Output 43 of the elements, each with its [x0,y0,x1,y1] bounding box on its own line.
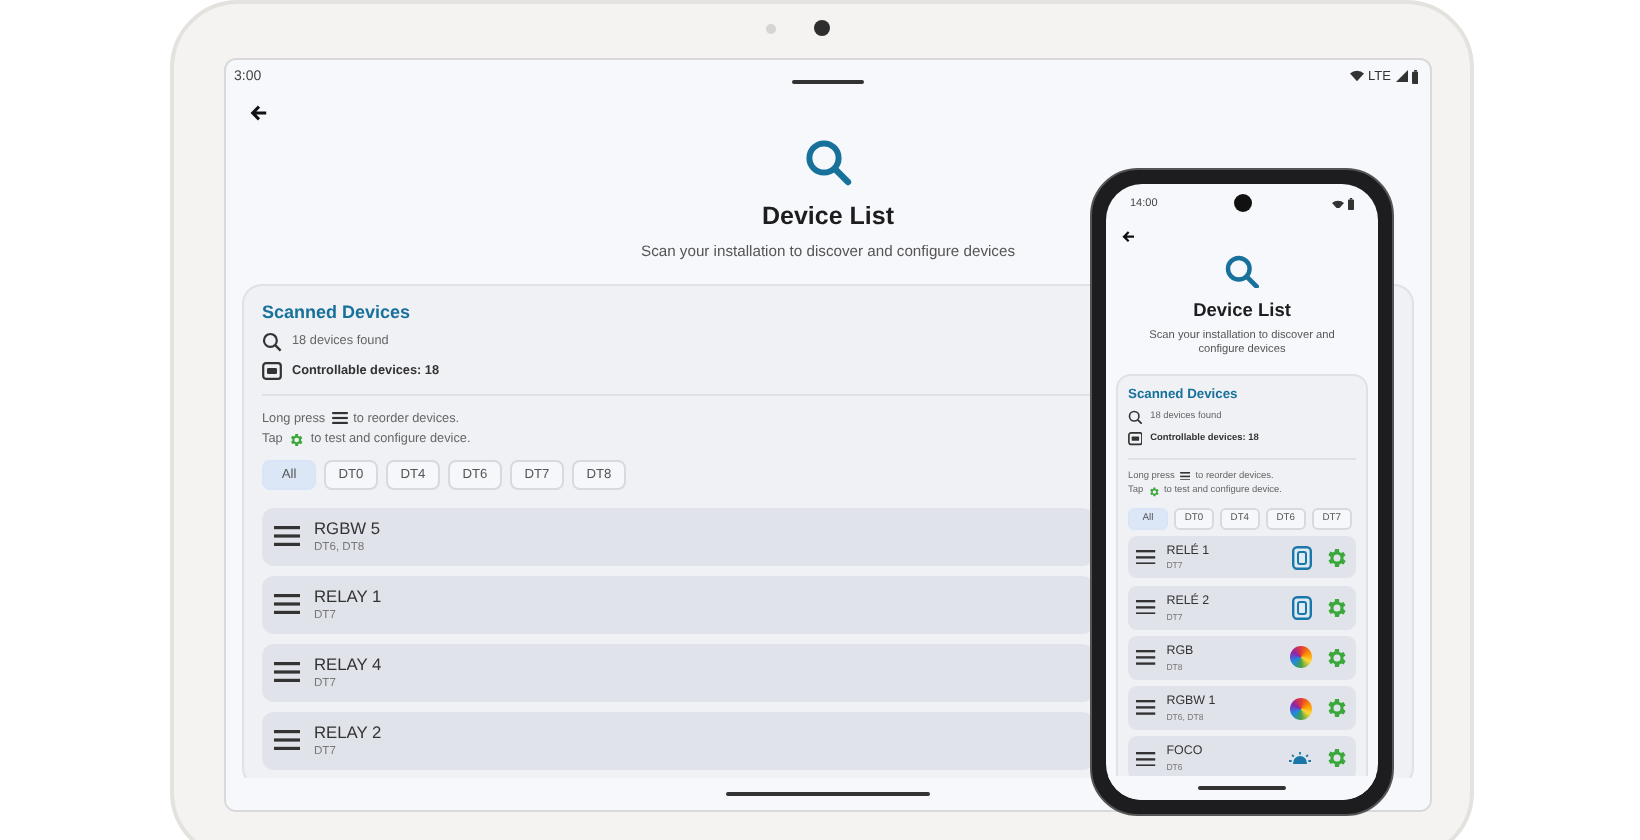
camera-lens [1234,194,1252,212]
drag-handle-icon[interactable] [1136,650,1157,666]
wifi-icon [1350,70,1365,82]
search-icon [262,331,282,352]
search-icon [804,138,852,186]
device-icon [1292,595,1313,620]
battery-icon [1348,198,1354,210]
drag-handle-icon[interactable] [1136,600,1157,615]
drag-handle-icon [1179,471,1191,481]
drag-handle-icon[interactable] [274,730,300,751]
color-wheel-icon [1290,646,1313,669]
device-name: RELAY 4 [314,654,382,675]
lamp-icon [1288,750,1313,767]
gear-icon [288,431,305,448]
battery-icon [1411,69,1418,83]
color-wheel-icon [1290,697,1313,720]
page-title: Device List [1193,300,1291,321]
device-name: RGBW 5 [314,518,381,539]
back-arrow-icon[interactable] [250,104,268,122]
controller-icon [1128,432,1143,446]
page-title: Device List [761,202,894,230]
wifi-icon [1332,199,1344,209]
card-title: Scanned Devices [262,301,411,322]
drag-handle-icon[interactable] [1136,751,1157,766]
home-indicator [1198,786,1286,790]
device-icon [1292,545,1313,570]
drag-handle-icon[interactable] [1136,549,1157,565]
signal-icon [1395,70,1407,82]
drag-handle-icon[interactable] [274,526,300,547]
search-icon [1224,253,1260,289]
drag-handle-icon[interactable] [274,594,300,615]
sensor-dot [766,24,776,34]
top-handle [792,80,864,84]
drag-handle-icon [331,412,348,425]
drag-handle-icon[interactable] [274,662,300,683]
back-arrow-icon[interactable] [1121,230,1136,244]
device-name: RELAY 1 [314,586,382,607]
search-icon [1128,409,1143,425]
gear-icon [1147,485,1160,498]
drag-handle-icon[interactable] [1136,700,1157,716]
device-name: RELAY 2 [314,722,382,743]
camera-lens [814,20,830,36]
controller-icon [262,361,282,380]
